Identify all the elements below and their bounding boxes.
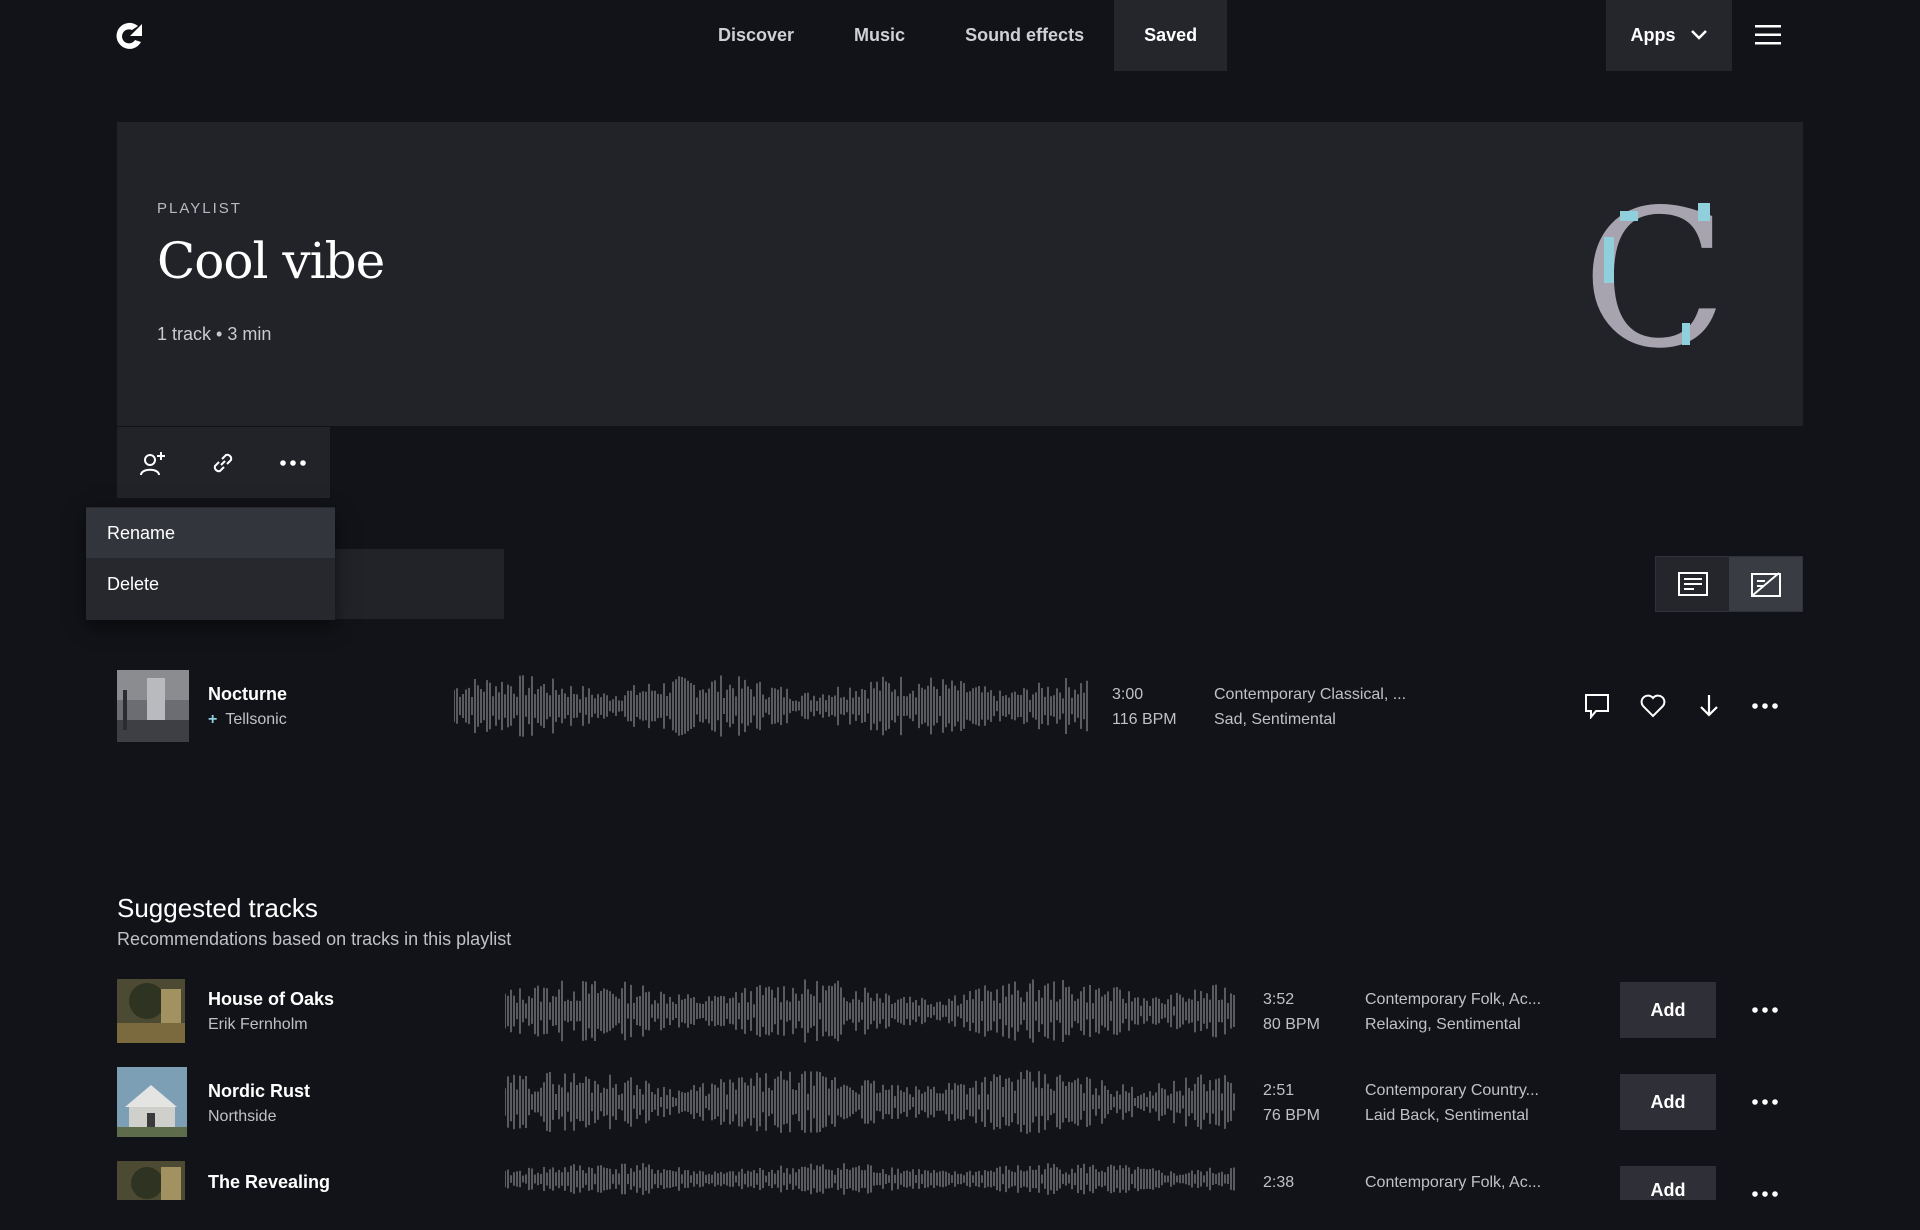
track-waveform[interactable] [505,975,1237,1047]
track-artwork[interactable] [117,1161,185,1200]
comment-icon[interactable] [1577,686,1617,726]
track-artwork[interactable] [117,670,189,742]
top-navigation: Discover Music Sound effects Saved Apps [0,0,1920,71]
playlist-header: PLAYLIST Cool vibe 1 track • 3 min C [117,122,1803,426]
track-bpm: 76 BPM [1263,1107,1320,1124]
nav-saved[interactable]: Saved [1114,0,1228,71]
track-artist[interactable]: Northside [208,1108,276,1126]
logo-icon[interactable] [116,20,144,52]
view-toggle [1655,556,1803,612]
more-options-icon[interactable] [271,441,315,485]
track-title[interactable]: The Revealing [208,1172,330,1193]
track-waveform[interactable] [454,670,1090,742]
track-waveform[interactable] [505,1066,1237,1138]
nav-sound-effects[interactable]: Sound effects [935,0,1114,71]
heart-icon[interactable] [1633,686,1673,726]
suggested-subtitle: Recommendations based on tracks in this … [117,929,512,949]
chevron-down-icon [1690,25,1708,46]
track-moods[interactable]: Relaxing, Sentimental [1365,1012,1541,1037]
artist-name: Tellsonic [225,711,287,728]
waveform-bars [505,1163,1235,1195]
waveform-bars [505,1070,1235,1134]
add-to-playlist-button[interactable]: Add [1620,1074,1716,1130]
waveform-view-icon[interactable] [1729,557,1802,611]
hamburger-menu-icon[interactable] [1752,18,1784,52]
playlist-meta: 1 track • 3 min [157,324,272,344]
copy-link-icon[interactable] [201,441,245,485]
waveform-bars [454,675,1088,737]
track-tags: Contemporary Classical, ... Sad, Sentime… [1214,682,1406,732]
track-genres[interactable]: Contemporary Country... [1365,1078,1539,1103]
track-artist[interactable]: + Tellsonic [208,711,287,729]
track-duration-bpm: 3:52 80 BPM [1263,987,1320,1037]
more-options-icon[interactable] [1745,1176,1785,1200]
track-bpm: 116 BPM [1112,711,1177,728]
track-duration: 2:51 [1263,1082,1295,1099]
track-bpm: 80 BPM [1263,1016,1320,1033]
track-title[interactable]: Nocturne [208,684,287,705]
nav-music[interactable]: Music [824,0,935,71]
add-to-playlist-button[interactable]: Add [1620,1166,1716,1200]
track-duration: 3:52 [1263,991,1295,1008]
list-view-icon[interactable] [1656,557,1729,611]
playlist-options-menu: Rename Delete [86,507,335,620]
playlist-title: Cool vibe [157,232,385,290]
playlist-actions [117,427,330,498]
menu-item-rename[interactable]: Rename [86,508,335,558]
track-duration: 2:38 [1263,1174,1295,1191]
nav-discover[interactable]: Discover [688,0,824,71]
suggested-title: Suggested tracks [117,893,318,923]
follow-plus-icon[interactable]: + [208,711,217,728]
track-duration-bpm: 3:00 116 BPM [1112,682,1177,732]
track-artwork[interactable] [117,979,185,1043]
apps-button[interactable]: Apps [1606,0,1732,71]
menu-item-delete[interactable]: Delete [86,559,335,609]
download-icon[interactable] [1689,686,1729,726]
apps-label: Apps [1630,25,1676,45]
waveform-bars [505,979,1235,1043]
track-genres[interactable]: Contemporary Folk, Ac... [1365,1170,1541,1195]
track-tags: Contemporary Country... Laid Back, Senti… [1365,1078,1539,1128]
more-options-icon[interactable] [1745,686,1785,726]
playlist-kicker: PLAYLIST [157,200,242,217]
track-artist[interactable]: Erik Fernholm [208,1016,308,1034]
track-tags: Contemporary Folk, Ac... Relaxing, Senti… [1365,987,1541,1037]
track-moods[interactable]: Sad, Sentimental [1214,707,1406,732]
playlist-cover-image: C [1582,169,1732,390]
add-collaborator-icon[interactable] [131,441,175,485]
more-options-icon[interactable] [1745,1082,1785,1122]
add-to-playlist-button[interactable]: Add [1620,982,1716,1038]
track-duration: 3:00 [1112,686,1144,703]
track-title[interactable]: House of Oaks [208,989,334,1010]
more-options-icon[interactable] [1745,990,1785,1030]
track-genres[interactable]: Contemporary Folk, Ac... [1365,987,1541,1012]
track-genres[interactable]: Contemporary Classical, ... [1214,682,1406,707]
track-moods[interactable]: Laid Back, Sentimental [1365,1103,1539,1128]
main-nav: Discover Music Sound effects Saved [688,0,1228,71]
track-waveform[interactable] [505,1158,1237,1230]
track-title[interactable]: Nordic Rust [208,1081,310,1102]
track-duration-bpm: 2:51 76 BPM [1263,1078,1320,1128]
track-artwork[interactable] [117,1067,187,1137]
